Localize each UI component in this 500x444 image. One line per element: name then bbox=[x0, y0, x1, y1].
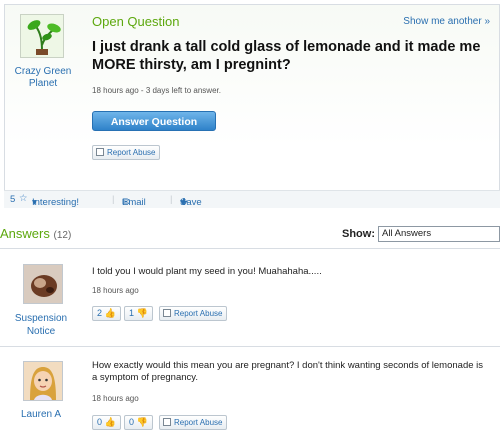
interesting-label: Interesting! bbox=[32, 197, 79, 208]
thumbs-down-count: 1 bbox=[129, 308, 135, 318]
answers-heading: Answers (12) bbox=[0, 226, 71, 241]
flag-icon bbox=[163, 309, 171, 317]
thumbs-down-button[interactable]: 0 👎 bbox=[124, 415, 153, 430]
thumbs-up-button[interactable]: 2 👍 bbox=[92, 306, 121, 321]
chevron-down-icon: ▾ bbox=[180, 197, 185, 208]
answers-filter-select[interactable]: All Answers bbox=[378, 226, 500, 242]
asker-name[interactable]: Crazy Green Planet bbox=[6, 66, 80, 90]
report-abuse-label: Report Abuse bbox=[174, 309, 223, 318]
asker-avatar[interactable] bbox=[20, 14, 64, 58]
answer-report-abuse-button[interactable]: Report Abuse bbox=[159, 415, 228, 430]
answer-text: I told you I would plant my seed in you!… bbox=[92, 266, 322, 277]
show-filter-label: Show: bbox=[342, 228, 375, 240]
show-another-link[interactable]: Show me another » bbox=[403, 16, 490, 27]
question-title: I just drank a tall cold glass of lemona… bbox=[92, 39, 481, 73]
thumbs-up-icon: 👍 bbox=[104, 308, 116, 318]
question-meta: 18 hours ago - 3 days left to answer. bbox=[92, 86, 221, 95]
question-toolbar: 5 ☆ Interesting! ▾ | ✉ Email | ✚ Save ▾ bbox=[4, 190, 500, 208]
plant-icon bbox=[21, 15, 63, 57]
avatar-photo-icon bbox=[24, 265, 62, 303]
answerer-avatar[interactable] bbox=[23, 264, 63, 304]
section-divider bbox=[0, 248, 500, 249]
thumbs-up-button[interactable]: 0 👍 bbox=[92, 415, 121, 430]
flag-icon bbox=[96, 148, 104, 156]
answerer-name[interactable]: Suspension Notice bbox=[1, 312, 81, 338]
avatar-cartoon-girl-icon bbox=[24, 362, 62, 400]
answer-text: How exactly would this mean you are preg… bbox=[92, 360, 484, 383]
answers-title: Answers bbox=[0, 226, 50, 241]
thumbs-down-button[interactable]: 1 👎 bbox=[124, 306, 153, 321]
answer-divider bbox=[0, 346, 500, 347]
answers-count: (12) bbox=[53, 230, 72, 241]
answerer-avatar[interactable] bbox=[23, 361, 63, 401]
answer-question-button[interactable]: Answer Question bbox=[92, 111, 216, 131]
thumbs-up-icon: 👍 bbox=[104, 417, 116, 427]
thumbs-down-icon: 👎 bbox=[136, 308, 148, 318]
answer-report-abuse-button[interactable]: Report Abuse bbox=[159, 306, 228, 321]
toolbar-divider: | bbox=[170, 194, 173, 205]
answer-meta: 18 hours ago bbox=[92, 286, 139, 295]
interesting-count: 5 bbox=[10, 194, 16, 205]
chevron-down-icon: ▾ bbox=[32, 197, 37, 208]
star-icon[interactable]: ☆ bbox=[19, 193, 28, 204]
thumbs-down-icon: 👎 bbox=[136, 417, 148, 427]
question-report-abuse-button[interactable]: Report Abuse bbox=[92, 145, 161, 160]
thumbs-up-count: 0 bbox=[97, 417, 103, 427]
toolbar-divider: | bbox=[112, 194, 115, 205]
thumbs-up-count: 2 bbox=[97, 308, 103, 318]
answerer-name[interactable]: Lauren A bbox=[1, 408, 81, 421]
thumbs-down-count: 0 bbox=[129, 417, 135, 427]
report-abuse-label: Report Abuse bbox=[174, 418, 223, 427]
email-label: Email bbox=[122, 197, 146, 208]
report-abuse-label: Report Abuse bbox=[107, 148, 156, 157]
question-status-label: Open Question bbox=[92, 14, 180, 29]
question-panel bbox=[4, 4, 500, 208]
flag-icon bbox=[163, 418, 171, 426]
answer-meta: 18 hours ago bbox=[92, 394, 139, 403]
